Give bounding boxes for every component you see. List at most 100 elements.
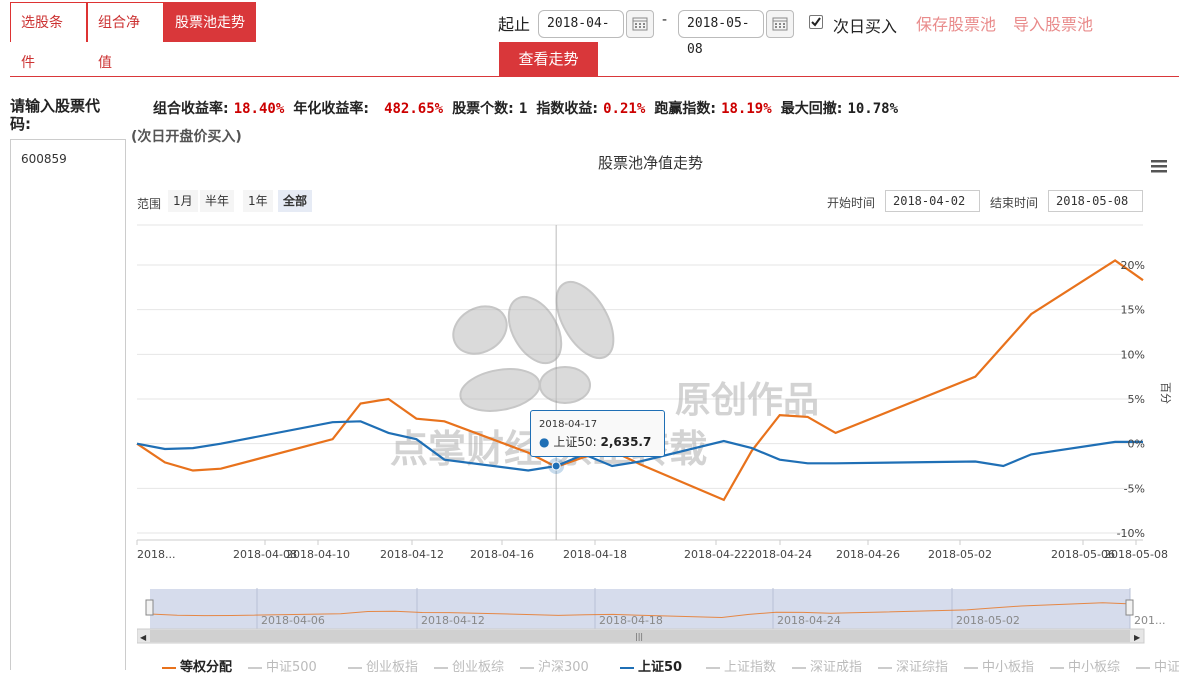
scroll-left-arrow-icon[interactable]: ◀ xyxy=(140,633,147,642)
x-tick-label: 2018-05-08 xyxy=(1104,548,1168,561)
legend-label: 中证全指 xyxy=(1154,660,1179,675)
range-1m-button[interactable]: 1月 xyxy=(168,190,198,212)
tooltip-date: 2018-04-17 xyxy=(539,419,598,430)
tab-stock-conditions[interactable]: 选股条件 xyxy=(10,2,87,71)
range-6m-button[interactable]: 半年 xyxy=(200,190,235,212)
range-navigator[interactable]: 2018-04-06 2018-04-12 2018-04-18 2018-04-24… xyxy=(137,588,1177,644)
navigator-label: 2018-05-02 xyxy=(956,614,1020,627)
save-pool-link[interactable]: 保存股票池 xyxy=(916,11,996,35)
legend-symbol xyxy=(434,666,448,669)
date-separator: - xyxy=(662,12,668,28)
navigator-label: 2018-04-12 xyxy=(421,614,485,627)
stock-count-value: 1 xyxy=(518,101,528,117)
stock-code-box[interactable]: 600859 xyxy=(10,139,126,670)
chart-end-time-input[interactable]: 2018-05-08 xyxy=(1048,190,1143,212)
calendar-icon xyxy=(772,17,788,31)
legend-symbol xyxy=(248,666,262,669)
date-range-label: 起止 xyxy=(498,15,531,34)
legend-symbol xyxy=(1050,666,1064,669)
portfolio-return-value: 18.40% xyxy=(233,101,285,117)
beat-index-value: 18.19% xyxy=(721,101,772,117)
legend-label: 上证指数 xyxy=(724,660,777,675)
x-tick-label: 2018... xyxy=(137,548,175,561)
x-tick-label: 2018-05-06 xyxy=(1051,548,1115,561)
legend-item[interactable]: 中证全指 xyxy=(1136,656,1179,675)
annualized-return-label: 年化收益率: xyxy=(293,101,369,117)
y-tick-label: 10% xyxy=(1121,348,1145,361)
x-tick-label: 2018-04-10 xyxy=(286,548,350,561)
end-calendar-button[interactable] xyxy=(766,10,794,38)
navigator-left-handle[interactable] xyxy=(145,599,154,616)
x-tick-label: 2018-04-16 xyxy=(470,548,534,561)
navigator-label: 201... xyxy=(1134,614,1166,627)
portfolio-return-label: 组合收益率: xyxy=(153,101,229,117)
legend-item[interactable]: 深证成指 xyxy=(792,656,862,675)
legend-item[interactable]: 中小板指 xyxy=(964,656,1034,675)
tab-portfolio-nav[interactable]: 组合净值 xyxy=(87,2,164,71)
legend-item[interactable]: 深证综指 xyxy=(878,656,948,675)
legend-label: 中小板综 xyxy=(1068,660,1121,675)
annualized-return-value: 482.65% xyxy=(384,101,444,117)
tooltip-series-name: 上证50: xyxy=(553,435,597,449)
end-time-label: 结束时间 xyxy=(990,196,1039,210)
range-all-button[interactable]: 全部 xyxy=(278,190,313,212)
buy-note: (次日开盘价买入) xyxy=(131,129,242,145)
stats-row: 组合收益率: 18.40% 年化收益率: 482.65% 股票个数: 1 指数收… xyxy=(153,98,898,118)
series-line-equal-weight[interactable] xyxy=(136,259,1144,502)
checkmark-icon xyxy=(811,17,821,27)
y-tick-label: -5% xyxy=(1124,482,1145,495)
y-axis-title: 百分 xyxy=(1159,382,1172,404)
watermark-line1: 原创作品 xyxy=(675,380,819,421)
legend-item[interactable]: 中小板综 xyxy=(1050,656,1120,675)
view-trend-button[interactable]: 查看走势 xyxy=(499,42,598,76)
beat-index-label: 跑赢指数: xyxy=(654,101,716,117)
y-tick-label: 5% xyxy=(1128,393,1145,406)
chart-title: 股票池净值走势 xyxy=(598,154,704,172)
max-drawdown-value: 10.78% xyxy=(847,101,899,117)
legend-item[interactable]: 创业板指 xyxy=(348,656,418,675)
chart-menu-button[interactable] xyxy=(1150,158,1168,174)
range-label: 范围 xyxy=(137,197,162,211)
tooltip-value: 2,635.7 xyxy=(600,435,652,449)
import-pool-link[interactable]: 导入股票池 xyxy=(1013,11,1093,35)
legend-label: 等权分配 xyxy=(180,660,233,675)
navigator-label: 2018-04-06 xyxy=(261,614,325,627)
legend-symbol xyxy=(792,666,806,669)
hover-halo xyxy=(548,458,565,474)
hover-point[interactable] xyxy=(551,461,561,471)
legend-item[interactable]: 等权分配 xyxy=(162,656,232,675)
legend-symbol xyxy=(620,666,634,669)
end-date-input[interactable]: 2018-05-08 xyxy=(678,10,764,57)
legend-label: 中证500 xyxy=(266,660,317,675)
stock-count-label: 股票个数: xyxy=(452,101,514,117)
legend-symbol xyxy=(348,666,362,669)
legend-label: 创业板指 xyxy=(366,660,419,675)
start-time-label: 开始时间 xyxy=(827,196,876,210)
index-return-value: 0.21% xyxy=(603,101,646,117)
navigator-right-handle[interactable] xyxy=(1125,599,1134,616)
x-tick-label: 2018-04-26 xyxy=(836,548,900,561)
chart-start-time-input[interactable]: 2018-04-02 xyxy=(885,190,980,212)
legend-item[interactable]: 创业板综 xyxy=(434,656,504,675)
y-tick-label: -10% xyxy=(1117,527,1145,540)
legend-label: 深证成指 xyxy=(810,660,863,675)
legend-label: 上证50 xyxy=(638,660,683,675)
chart-tooltip: 2018-04-17 ● 上证50: 2,635.7 xyxy=(530,410,665,457)
scroll-right-arrow-icon[interactable]: ▶ xyxy=(1134,633,1141,642)
start-calendar-button[interactable] xyxy=(626,10,654,38)
legend-item[interactable]: 中证500 xyxy=(248,656,317,675)
legend-item[interactable]: 上证指数 xyxy=(706,656,776,675)
stock-code-prompt: 请输入股票代码: xyxy=(10,97,101,133)
legend-item[interactable]: 上证50 xyxy=(620,656,682,675)
calendar-icon xyxy=(632,17,648,31)
tab-pool-trend[interactable]: 股票池走势 xyxy=(164,2,256,42)
legend-label: 沪深300 xyxy=(538,660,589,675)
legend-item[interactable]: 沪深300 xyxy=(520,656,589,675)
header-divider xyxy=(10,76,1179,77)
legend-symbol xyxy=(162,666,176,669)
legend-symbol xyxy=(964,666,978,669)
max-drawdown-label: 最大回撤: xyxy=(780,101,843,117)
range-1y-button[interactable]: 1年 xyxy=(243,190,273,212)
start-date-input[interactable]: 2018-04-01 xyxy=(538,10,624,57)
next-day-buy-checkbox[interactable] xyxy=(809,15,823,29)
